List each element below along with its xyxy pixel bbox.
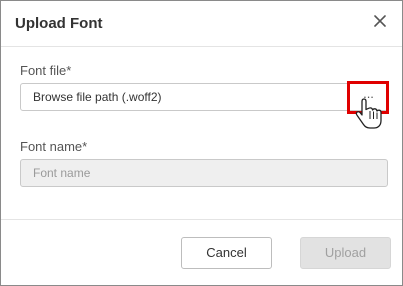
font-file-path-text: Browse file path (.woff2): [33, 90, 162, 104]
dialog-header: Upload Font: [1, 1, 402, 47]
cancel-button[interactable]: Cancel: [181, 237, 272, 269]
font-file-label: Font file*: [20, 63, 72, 78]
upload-font-dialog: Upload Font Font file* Browse file path …: [0, 0, 403, 286]
font-name-input[interactable]: [21, 160, 387, 186]
font-name-label: Font name*: [20, 139, 88, 154]
hand-pointer-icon: [355, 98, 382, 129]
dialog-title: Upload Font: [15, 15, 103, 32]
font-file-field[interactable]: Browse file path (.woff2) ...: [20, 83, 388, 111]
close-icon[interactable]: [372, 13, 388, 29]
font-name-field[interactable]: [20, 159, 388, 187]
upload-button[interactable]: Upload: [300, 237, 391, 269]
